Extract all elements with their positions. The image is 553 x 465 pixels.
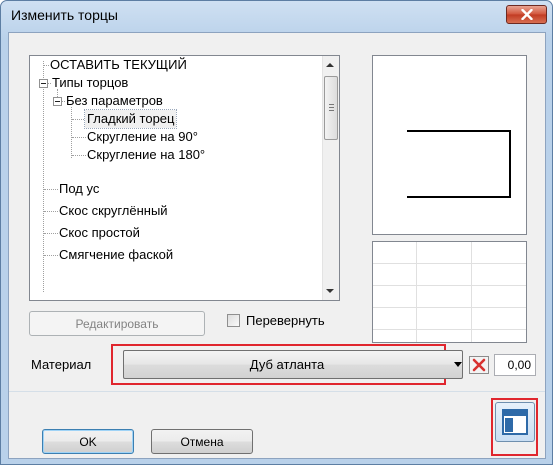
title-bar[interactable]: Изменить торцы bbox=[1, 1, 552, 33]
close-button[interactable] bbox=[506, 5, 547, 24]
edge-type-tree[interactable]: ОСТАВИТЬ ТЕКУЩИЙ Типы торцов Без парамет… bbox=[29, 55, 340, 301]
tree-item[interactable]: Скос скруглённый bbox=[59, 202, 168, 220]
cancel-button[interactable]: Отмена bbox=[151, 429, 253, 454]
edge-preview bbox=[372, 55, 527, 235]
scroll-down-icon[interactable] bbox=[326, 289, 334, 293]
collapse-icon[interactable] bbox=[53, 97, 62, 106]
edge-profile-shape bbox=[407, 130, 511, 198]
flip-label: Перевернуть bbox=[246, 313, 325, 328]
edit-button[interactable]: Редактировать bbox=[29, 311, 205, 336]
flip-checkbox[interactable] bbox=[227, 314, 240, 327]
tree-scrollbar[interactable] bbox=[322, 56, 339, 300]
cancel-button-label: Отмена bbox=[180, 434, 224, 449]
ok-button-label: OK bbox=[79, 434, 97, 449]
ok-button[interactable]: OK bbox=[42, 429, 134, 454]
material-value: Дуб атланта bbox=[249, 357, 325, 372]
tree-item-edge-types[interactable]: Типы торцов bbox=[52, 74, 128, 92]
tree-item-no-params[interactable]: Без параметров bbox=[66, 92, 163, 110]
tree-item[interactable]: Под ус bbox=[59, 180, 99, 198]
separator bbox=[9, 391, 545, 392]
material-number-field[interactable]: 0,00 bbox=[494, 354, 536, 376]
scroll-thumb[interactable] bbox=[324, 76, 338, 140]
dialog-title: Изменить торцы bbox=[11, 7, 118, 23]
tree-item[interactable]: Скругление на 180° bbox=[87, 146, 205, 164]
edit-button-label: Редактировать bbox=[75, 316, 159, 331]
clear-material-button[interactable] bbox=[469, 356, 489, 374]
parameters-grid bbox=[372, 241, 527, 343]
close-icon bbox=[520, 9, 533, 20]
layout-button[interactable] bbox=[495, 402, 535, 442]
tree-item[interactable]: ОСТАВИТЬ ТЕКУЩИЙ bbox=[50, 56, 187, 74]
dialog-window: Изменить торцы ОСТАВИТЬ ТЕКУЩИЙ Типы тор… bbox=[0, 0, 553, 465]
clear-icon bbox=[472, 358, 486, 372]
tree-item-smooth-edge[interactable]: Гладкий торец bbox=[83, 109, 178, 129]
layout-icon bbox=[502, 409, 528, 435]
material-select[interactable]: Дуб атланта bbox=[123, 350, 463, 379]
scroll-up-icon[interactable] bbox=[326, 63, 334, 67]
tree-item[interactable]: Скругление на 90° bbox=[87, 128, 198, 146]
dialog-body: ОСТАВИТЬ ТЕКУЩИЙ Типы торцов Без парамет… bbox=[8, 32, 546, 459]
tree-item[interactable]: Смягчение фаской bbox=[59, 246, 173, 264]
material-label: Материал bbox=[31, 357, 92, 372]
tree-item[interactable]: Скос простой bbox=[59, 224, 140, 242]
dropdown-arrow-icon[interactable] bbox=[454, 362, 462, 367]
collapse-icon[interactable] bbox=[39, 79, 48, 88]
